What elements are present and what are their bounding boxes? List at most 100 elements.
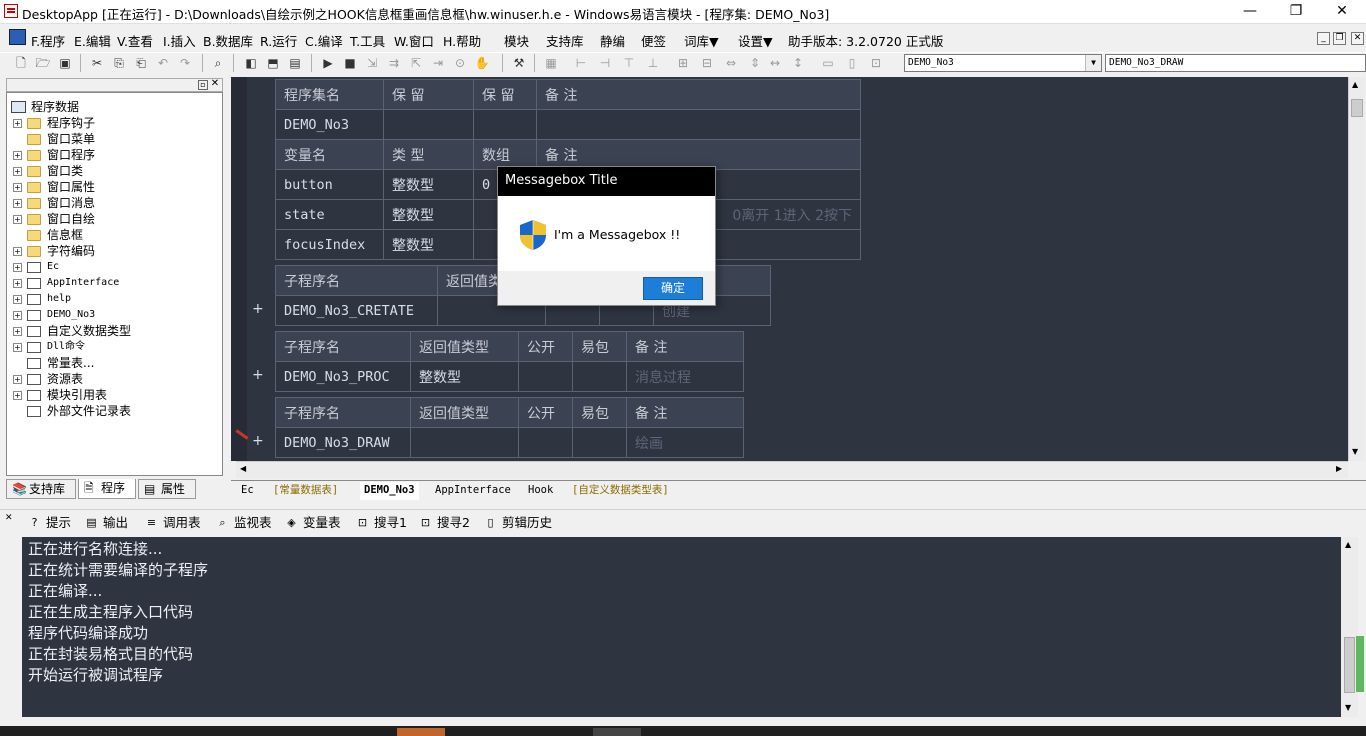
chevron-down-icon[interactable]: ▼ bbox=[1085, 55, 1101, 71]
breakpoint-icon[interactable]: ⊙ bbox=[452, 55, 468, 71]
var-name-cell[interactable]: button bbox=[275, 169, 384, 200]
same-height-icon[interactable]: ⇕ bbox=[747, 55, 763, 71]
editor-vertical-scrollbar[interactable]: ▲ ▼ bbox=[1348, 77, 1365, 461]
align-left-icon[interactable]: ⊢ bbox=[573, 55, 589, 71]
menu-edit[interactable]: E.编辑 bbox=[74, 31, 111, 50]
menu-run[interactable]: R.运行 bbox=[260, 31, 297, 50]
size-width-icon[interactable]: ▭ bbox=[820, 55, 836, 71]
scroll-down-icon[interactable]: ▼ bbox=[1352, 447, 1358, 456]
space-h-icon[interactable]: ↔ bbox=[767, 55, 783, 71]
panel-restore-icon[interactable]: ▫ bbox=[198, 80, 208, 90]
tree-item[interactable]: 信息框 bbox=[11, 227, 211, 243]
file-tab-appinterface[interactable]: AppInterface bbox=[435, 482, 511, 500]
scroll-right-icon[interactable]: ▶ bbox=[1336, 464, 1342, 473]
minimize-button[interactable]: — bbox=[1227, 0, 1273, 24]
file-tab-hook[interactable]: Hook bbox=[528, 482, 553, 500]
tab-clip-history[interactable]: ▯ 剪辑历史 bbox=[482, 514, 552, 532]
scroll-thumb[interactable] bbox=[1344, 637, 1355, 693]
tree-item[interactable]: + 窗口类 bbox=[11, 163, 211, 179]
menu-notes[interactable]: 便签 bbox=[641, 31, 666, 50]
tree-item[interactable]: + help bbox=[11, 291, 211, 307]
tree-item[interactable]: + AppInterface bbox=[11, 275, 211, 291]
space-v-icon[interactable]: ↕ bbox=[790, 55, 806, 71]
menu-support-lib[interactable]: 支持库 bbox=[546, 31, 584, 50]
editor-horizontal-scrollbar[interactable]: ◀ ▶ bbox=[236, 461, 1348, 478]
stop-icon[interactable]: ■ bbox=[342, 55, 358, 71]
sub-name-cell[interactable]: DEMO_No3_CRETATE bbox=[275, 295, 438, 326]
step-out-icon[interactable]: ⇱ bbox=[408, 55, 424, 71]
assembly-select[interactable]: DEMO_No3 ▼ bbox=[904, 54, 1102, 72]
expand-icon[interactable]: + bbox=[13, 375, 22, 384]
paste-icon[interactable]: ⎗ bbox=[133, 55, 149, 71]
menu-window[interactable]: W.窗口 bbox=[394, 31, 434, 50]
expand-icon[interactable]: + bbox=[13, 167, 22, 176]
tree-item[interactable]: + Ec bbox=[11, 259, 211, 275]
open-folder-icon[interactable]: 🗁 bbox=[35, 55, 51, 71]
expand-icon[interactable]: + bbox=[13, 279, 22, 288]
cell[interactable] bbox=[473, 109, 537, 140]
tree-item[interactable]: + 模块引用表 bbox=[11, 387, 211, 403]
scroll-up-icon[interactable]: ▲ bbox=[1345, 540, 1351, 549]
maximize-button[interactable]: ❐ bbox=[1273, 0, 1319, 24]
undo-icon[interactable]: ↶ bbox=[155, 55, 171, 71]
tree-item[interactable]: + 资源表 bbox=[11, 371, 211, 387]
run-to-cursor-icon[interactable]: ⇥ bbox=[430, 55, 446, 71]
tree-item[interactable]: + 程序钩子 bbox=[11, 115, 211, 131]
tab-watch[interactable]: ⌕ 监视表 bbox=[214, 514, 271, 532]
grid-icon[interactable]: ▦ bbox=[543, 55, 559, 71]
expand-icon[interactable] bbox=[13, 135, 22, 144]
menu-program[interactable]: F.程序 bbox=[31, 31, 65, 50]
hand-icon[interactable]: ✋ bbox=[474, 55, 490, 71]
expand-sub-marker[interactable]: + bbox=[252, 433, 264, 449]
step-into-icon[interactable]: ⇲ bbox=[364, 55, 380, 71]
tree-item[interactable]: 常量表... bbox=[11, 355, 211, 371]
center-v-icon[interactable]: ⊟ bbox=[699, 55, 715, 71]
expand-icon[interactable] bbox=[13, 407, 22, 416]
subroutine-select[interactable]: DEMO_No3_DRAW bbox=[1105, 54, 1366, 72]
code-editor[interactable]: 程序集名 保 留 保 留 备 注 DEMO_No3 变量名 类 型 数组 备 注… bbox=[231, 77, 1350, 461]
var-name-cell[interactable]: state bbox=[275, 199, 384, 230]
var-type-cell[interactable]: 整数型 bbox=[383, 169, 474, 200]
tree-item[interactable]: + DEMO_No3 bbox=[11, 307, 211, 323]
menu-tools[interactable]: T.工具 bbox=[350, 31, 385, 50]
expand-sub-marker[interactable]: + bbox=[252, 301, 264, 317]
var-type-cell[interactable]: 整数型 bbox=[383, 229, 474, 260]
expand-icon[interactable] bbox=[13, 359, 22, 368]
new-file-icon[interactable]: 🗋 bbox=[13, 55, 29, 71]
redo-icon[interactable]: ↷ bbox=[177, 55, 193, 71]
tree-item[interactable]: 外部文件记录表 bbox=[11, 403, 211, 419]
tree-item[interactable]: 窗口菜单 bbox=[11, 131, 211, 147]
output-console[interactable]: 正在进行名称连接... 正在统计需要编译的子程序 正在编译... 正在生成主程序… bbox=[22, 537, 1341, 717]
align-bottom-icon[interactable]: ⊥ bbox=[645, 55, 661, 71]
tree-item[interactable]: + 窗口消息 bbox=[11, 195, 211, 211]
step-over-icon[interactable]: ⇉ bbox=[386, 55, 402, 71]
sub-comment-cell[interactable]: 绘画 bbox=[626, 427, 744, 458]
mdi-restore-button[interactable]: ❐ bbox=[1333, 32, 1346, 45]
expand-icon[interactable]: + bbox=[13, 311, 22, 320]
tree-item[interactable]: + 窗口程序 bbox=[11, 147, 211, 163]
sub-comment-cell[interactable]: 消息过程 bbox=[626, 361, 744, 392]
menu-lexicon[interactable]: 词库▼ bbox=[684, 31, 719, 50]
find-icon[interactable]: ⌕ bbox=[210, 55, 226, 71]
align-right-icon[interactable]: ⊣ bbox=[597, 55, 613, 71]
tab-output[interactable]: ▤ 输出 bbox=[83, 514, 128, 532]
cell[interactable] bbox=[572, 427, 627, 458]
expand-icon[interactable]: + bbox=[13, 151, 22, 160]
scroll-up-icon[interactable]: ▲ bbox=[1352, 80, 1358, 89]
tab-search1[interactable]: ⊡ 搜寻1 bbox=[354, 514, 407, 532]
debug-tool-icon[interactable]: ⚒ bbox=[511, 55, 527, 71]
layout-split-icon[interactable]: ▤ bbox=[287, 55, 303, 71]
layout-top-icon[interactable]: ⬒ bbox=[265, 55, 281, 71]
ok-button[interactable]: 确定 bbox=[643, 277, 703, 300]
align-top-icon[interactable]: ⊤ bbox=[621, 55, 637, 71]
save-icon[interactable]: ▣ bbox=[57, 55, 73, 71]
var-name-cell[interactable]: focusIndex bbox=[275, 229, 384, 260]
tree-item[interactable]: + 窗口自绘 bbox=[11, 211, 211, 227]
expand-sub-marker[interactable]: + bbox=[252, 367, 264, 383]
run-icon[interactable]: ▶ bbox=[320, 55, 336, 71]
expand-icon[interactable]: + bbox=[13, 247, 22, 256]
expand-icon[interactable]: + bbox=[13, 391, 22, 400]
menu-help[interactable]: H.帮助 bbox=[443, 31, 481, 50]
mdi-close-button[interactable]: ✕ bbox=[1351, 32, 1364, 45]
expand-icon[interactable] bbox=[13, 231, 22, 240]
